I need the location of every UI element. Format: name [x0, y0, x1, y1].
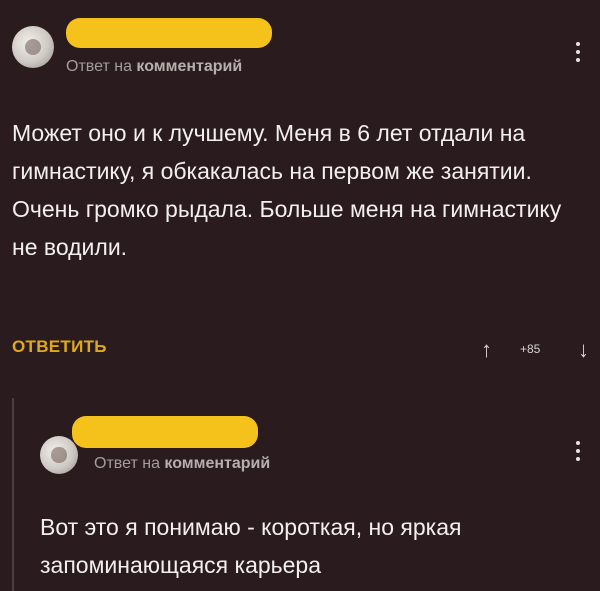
avatar[interactable]: [40, 436, 78, 474]
reply-target-link[interactable]: комментарий: [164, 455, 270, 472]
username-redacted[interactable]: [72, 416, 258, 448]
reply-meta: Ответ на комментарий: [94, 455, 270, 473]
reply-prefix: Ответ на: [94, 455, 160, 472]
comment-text: Вот это я понимаю - короткая, но яркая з…: [40, 514, 462, 578]
more-vertical-icon[interactable]: [574, 441, 582, 461]
avatar-image: [51, 447, 67, 463]
comment-2: Ответ на комментарий Вот это я понимаю -…: [0, 0, 600, 591]
